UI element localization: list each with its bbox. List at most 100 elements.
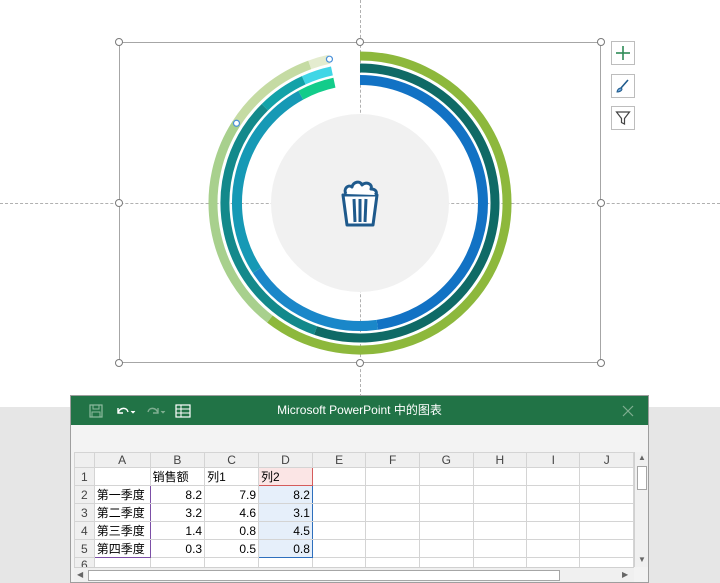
cell[interactable] (472, 539, 528, 558)
scroll-up-arrow-icon[interactable]: ▲ (638, 453, 646, 463)
cell[interactable] (418, 503, 474, 522)
resize-handle-top[interactable] (356, 38, 364, 46)
cell[interactable] (418, 521, 474, 540)
cell[interactable] (311, 467, 367, 486)
vertical-scroll-thumb[interactable] (637, 466, 647, 490)
scroll-right-arrow-icon[interactable]: ▶ (622, 570, 628, 580)
cell[interactable] (258, 557, 313, 567)
resize-handle-top-left[interactable] (115, 38, 123, 46)
data-table[interactable]: A B C D E F G H I J 1 销售额 列1 列2 2 第一季度 8… (74, 452, 634, 567)
cell[interactable] (418, 485, 474, 504)
resize-handle-bottom-left[interactable] (115, 359, 123, 367)
cell[interactable]: 8.2 (149, 485, 206, 504)
column-header[interactable]: I (526, 452, 581, 468)
cell[interactable] (579, 557, 634, 567)
cell[interactable] (472, 485, 528, 504)
cell[interactable]: 4.5 (258, 521, 313, 540)
save-icon[interactable] (87, 403, 105, 419)
column-header[interactable]: F (365, 452, 420, 468)
cell[interactable]: 0.8 (258, 539, 313, 558)
cell[interactable] (311, 557, 367, 567)
cell[interactable]: 0.5 (204, 539, 259, 558)
resize-handle-right[interactable] (597, 199, 605, 207)
cell[interactable] (579, 467, 634, 486)
cell[interactable] (526, 539, 581, 558)
cell[interactable] (418, 539, 474, 558)
horizontal-scrollbar[interactable]: ◀ ▶ (74, 567, 634, 582)
resize-handle-top-right[interactable] (597, 38, 605, 46)
cell[interactable]: 第二季度 (93, 503, 151, 522)
column-header[interactable]: J (579, 452, 634, 468)
cell[interactable] (526, 557, 581, 567)
row-header[interactable]: 3 (74, 503, 95, 522)
cell[interactable]: 3.1 (258, 503, 313, 522)
cell[interactable] (472, 503, 528, 522)
cell[interactable] (149, 557, 206, 567)
cell[interactable] (93, 467, 151, 486)
cell[interactable] (204, 557, 259, 567)
row-header[interactable]: 4 (74, 521, 95, 540)
cell[interactable]: 3.2 (149, 503, 206, 522)
cell[interactable] (365, 521, 420, 540)
undo-icon[interactable] (113, 403, 137, 419)
cell[interactable] (365, 503, 420, 522)
cell[interactable]: 第三季度 (93, 521, 151, 540)
cell[interactable] (311, 503, 367, 522)
cell[interactable]: 第四季度 (93, 539, 151, 558)
spreadsheet-grid[interactable]: A B C D E F G H I J 1 销售额 列1 列2 2 第一季度 8… (74, 452, 634, 567)
cell[interactable]: 第一季度 (93, 485, 151, 504)
column-header[interactable]: H (472, 452, 528, 468)
scroll-down-arrow-icon[interactable]: ▼ (638, 555, 646, 565)
cell[interactable]: 4.6 (204, 503, 259, 522)
cell[interactable] (311, 485, 367, 504)
edit-data-in-excel-icon[interactable] (174, 403, 192, 419)
cell[interactable]: 0.8 (204, 521, 259, 540)
cell[interactable]: 列1 (204, 467, 259, 486)
cell[interactable] (365, 467, 420, 486)
cell[interactable] (418, 467, 474, 486)
cell[interactable] (526, 521, 581, 540)
cell[interactable]: 销售额 (149, 467, 206, 486)
column-header[interactable]: A (93, 452, 151, 468)
cell[interactable] (311, 521, 367, 540)
redo-icon[interactable] (143, 403, 167, 419)
scroll-left-arrow-icon[interactable]: ◀ (77, 570, 83, 580)
column-header[interactable]: D (258, 452, 313, 468)
select-all-corner[interactable] (74, 452, 95, 468)
row-header[interactable]: 5 (74, 539, 95, 558)
horizontal-scroll-thumb[interactable] (88, 570, 560, 581)
cell[interactable] (579, 521, 634, 540)
chart-elements-button[interactable] (611, 41, 635, 65)
cell[interactable] (579, 503, 634, 522)
excel-chart-data-window[interactable]: Microsoft PowerPoint 中的图表 A B C D E F G … (70, 395, 649, 583)
resize-handle-bottom[interactable] (356, 359, 364, 367)
cell[interactable]: 0.3 (149, 539, 206, 558)
cell[interactable] (472, 557, 528, 567)
cell[interactable] (526, 485, 581, 504)
cell[interactable]: 列2 (258, 467, 313, 486)
cell[interactable] (579, 539, 634, 558)
row-header[interactable]: 2 (74, 485, 95, 504)
cell[interactable] (472, 467, 528, 486)
cell[interactable] (472, 521, 528, 540)
resize-handle-bottom-right[interactable] (597, 359, 605, 367)
cell[interactable] (365, 485, 420, 504)
cell[interactable] (418, 557, 474, 567)
cell[interactable] (365, 539, 420, 558)
chart-filters-button[interactable] (611, 106, 635, 130)
column-header[interactable]: B (149, 452, 206, 468)
vertical-scrollbar[interactable]: ▲ ▼ (634, 452, 648, 567)
cell[interactable] (311, 539, 367, 558)
cell[interactable] (93, 557, 151, 567)
column-header[interactable]: C (204, 452, 259, 468)
cell[interactable] (526, 503, 581, 522)
cell[interactable] (526, 467, 581, 486)
row-header[interactable]: 1 (74, 467, 95, 486)
row-header[interactable]: 6 (74, 557, 95, 567)
cell[interactable]: 1.4 (149, 521, 206, 540)
close-icon[interactable] (621, 403, 635, 419)
column-header[interactable]: G (418, 452, 474, 468)
column-header[interactable]: E (311, 452, 367, 468)
chart-selection-frame[interactable] (119, 42, 601, 363)
cell[interactable] (579, 485, 634, 504)
